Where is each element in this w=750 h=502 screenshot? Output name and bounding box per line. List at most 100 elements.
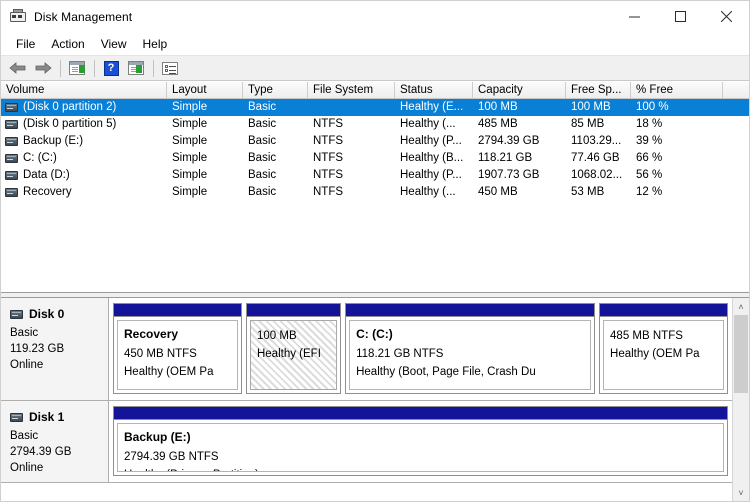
cell-volume: Recovery	[1, 184, 167, 201]
scroll-up-button[interactable]: ˄	[733, 298, 749, 315]
volume-label: Backup (E:)	[23, 135, 84, 147]
cell-capacity: 485 MB	[478, 118, 518, 130]
column-header-type[interactable]: Type	[243, 82, 308, 98]
right-arrow-icon	[35, 62, 52, 74]
partition-status: Healthy (OEM Pa	[124, 366, 214, 378]
cell-status: Healthy (...	[400, 186, 456, 198]
cell-free-space: 77.46 GB	[571, 152, 620, 164]
volume-label: (Disk 0 partition 2)	[23, 101, 117, 113]
left-arrow-icon	[9, 62, 26, 74]
partition-block[interactable]: 485 MB NTFS Healthy (OEM Pa	[599, 303, 729, 394]
partition-block[interactable]: Recovery 450 MB NTFS Healthy (OEM Pa	[113, 303, 242, 394]
partition-strip: Backup (E:) 2794.39 GB NTFS Healthy (Prima…	[109, 401, 732, 482]
disk-title: Disk 1	[10, 410, 108, 424]
partition-size-filesystem: 450 MB NTFS	[124, 348, 197, 360]
volume-drive-icon	[5, 171, 18, 180]
partition-color-bar	[246, 304, 341, 317]
cell-layout: Simple	[172, 118, 208, 130]
help-icon: ?	[103, 60, 119, 76]
menu-item-help[interactable]: Help	[135, 35, 176, 54]
volume-list-header: Volume Layout Type File System Status Capacit…	[1, 81, 749, 99]
disk-info-panel[interactable]: Disk 1 Basic 2794.39 GB Online	[1, 401, 109, 482]
cell-layout: Simple	[172, 169, 208, 181]
disk-size: 119.23 GB	[10, 343, 65, 355]
cell-layout: Simple	[172, 186, 208, 198]
partition-size-filesystem: 485 MB NTFS	[610, 330, 683, 342]
cell-capacity: 1907.73 GB	[478, 169, 540, 181]
cell-file-system: NTFS	[313, 118, 344, 130]
forward-button[interactable]	[31, 57, 55, 79]
column-header-capacity[interactable]: Capacity	[473, 82, 566, 98]
column-header-layout[interactable]: Layout	[167, 82, 243, 98]
scrollbar-track[interactable]	[733, 315, 749, 484]
disk-pane-scrollbar[interactable]: ˄ ˅	[732, 298, 749, 501]
volume-drive-icon	[5, 137, 18, 146]
toolbar-separator-1	[60, 59, 61, 77]
back-button[interactable]	[6, 57, 30, 79]
disk-title: Disk 0	[10, 307, 108, 321]
cell-status: Healthy (B...	[400, 152, 464, 164]
partition-size-filesystem: 118.21 GB NTFS	[356, 348, 444, 360]
column-header-free-sp[interactable]: Free Sp...	[566, 82, 631, 98]
cell-status: Healthy (P...	[400, 135, 462, 147]
volume-drive-icon	[5, 188, 18, 197]
cell-percent-free: 18 %	[636, 118, 663, 130]
cell-capacity: 118.21 GB	[478, 152, 533, 164]
close-button[interactable]	[703, 1, 749, 32]
cell-file-system: NTFS	[313, 186, 344, 198]
cell-free-space: 53 MB	[571, 186, 605, 198]
disk-name: Disk 1	[29, 410, 65, 424]
partition-block[interactable]: C: (C:) 118.21 GB NTFS Healthy (Boot, Page…	[345, 303, 596, 394]
menu-item-file[interactable]: File	[8, 35, 43, 54]
cell-volume: Backup (E:)	[1, 133, 167, 150]
partition-details: 100 MB Healthy (EFI	[249, 320, 338, 390]
table-row[interactable]: Data (D:) Simple Basic NTFS Healthy (P... 190…	[1, 167, 749, 184]
cell-status: Healthy (...	[400, 118, 456, 130]
disk-state: Online	[10, 462, 44, 474]
volume-list-rows: (Disk 0 partition 2) Simple Basic Healthy (…	[1, 99, 749, 291]
table-row[interactable]: (Disk 0 partition 5) Simple Basic NTFS Healt…	[1, 116, 749, 133]
minimize-button[interactable]	[611, 1, 657, 32]
toolbar-separator-3	[153, 59, 154, 77]
help-button[interactable]: ?	[99, 57, 123, 79]
cell-percent-free: 100 %	[636, 101, 669, 113]
partition-size-filesystem: 2794.39 GB NTFS	[124, 451, 219, 463]
partition-block[interactable]: Backup (E:) 2794.39 GB NTFS Healthy (Prima…	[113, 406, 728, 476]
table-row[interactable]: Backup (E:) Simple Basic NTFS Healthy (P... 2…	[1, 133, 749, 150]
table-row[interactable]: (Disk 0 partition 2) Simple Basic Healthy (…	[1, 99, 749, 116]
disk-icon	[10, 309, 23, 319]
cell-percent-free: 12 %	[636, 186, 663, 198]
partition-strip: Recovery 450 MB NTFS Healthy (OEM Pa 100 MB…	[109, 298, 732, 400]
column-header-blank[interactable]	[723, 82, 749, 98]
menu-item-view[interactable]: View	[93, 35, 135, 54]
table-row[interactable]: C: (C:) Simple Basic NTFS Healthy (B... 118.2…	[1, 150, 749, 167]
disk-management-window: Disk Management File Action View Help ? …	[0, 0, 750, 502]
show-hide-console-tree-button[interactable]	[65, 57, 89, 79]
scrollbar-thumb[interactable]	[734, 315, 748, 393]
column-header-volume[interactable]: Volume	[1, 82, 167, 98]
maximize-button[interactable]	[657, 1, 703, 32]
column-header-file-system[interactable]: File System	[308, 82, 395, 98]
properties-button[interactable]	[158, 57, 182, 79]
menu-item-action[interactable]: Action	[43, 35, 92, 54]
partition-color-bar	[114, 304, 241, 317]
cell-capacity: 450 MB	[478, 186, 518, 198]
title-bar: Disk Management	[1, 1, 749, 33]
table-row[interactable]: Recovery Simple Basic NTFS Healthy (... 450 M…	[1, 184, 749, 201]
column-header-free[interactable]: % Free	[631, 82, 723, 98]
window-title: Disk Management	[34, 9, 133, 24]
cell-volume: (Disk 0 partition 5)	[1, 116, 167, 133]
disk-row: Disk 0 Basic 119.23 GB Online Recovery 450 MB…	[1, 298, 732, 401]
disk-info-panel[interactable]: Disk 0 Basic 119.23 GB Online	[1, 298, 109, 400]
show-hide-action-pane-button[interactable]	[124, 57, 148, 79]
partition-block[interactable]: 100 MB Healthy (EFI	[245, 303, 342, 394]
cell-status: Healthy (E...	[400, 101, 464, 113]
partition-size-filesystem: 100 MB	[256, 330, 297, 342]
scroll-down-button[interactable]: ˅	[733, 484, 749, 501]
cell-layout: Simple	[172, 101, 208, 113]
disk-management-icon	[10, 8, 26, 25]
partition-status: Healthy (Primary Partition)	[124, 466, 723, 471]
cell-volume: C: (C:)	[1, 150, 167, 167]
column-header-status[interactable]: Status	[395, 82, 473, 98]
volume-drive-icon	[5, 120, 18, 129]
